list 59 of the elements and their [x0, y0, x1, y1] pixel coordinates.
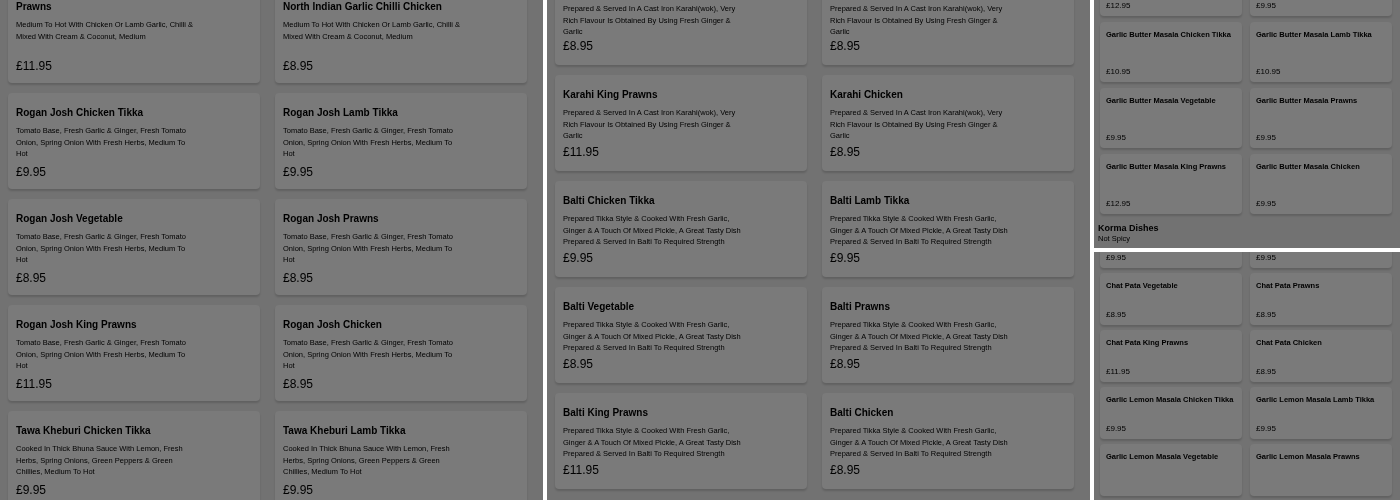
dish-price: £9.95	[1106, 253, 1128, 262]
dish-price: £8.95	[563, 39, 595, 53]
dish-price: £9.95	[830, 251, 862, 265]
dish-name: Rogan Josh Vegetable	[16, 213, 124, 225]
dish-price: £11.95	[16, 59, 53, 73]
dish-price: £9.95	[1256, 199, 1278, 208]
dish-name: Rogan Josh Prawns	[283, 213, 380, 225]
dish-price: £9.95	[1256, 424, 1278, 433]
dish-price: £9.95	[563, 251, 595, 265]
dish-name: North Indian Garlic Chilli Chicken	[283, 1, 443, 13]
dish-card[interactable]: £9.95	[1250, 252, 1392, 268]
dish-price: £9.95	[16, 483, 48, 497]
dish-price: £8.95	[283, 271, 315, 285]
dish-price: £10.95	[1256, 67, 1282, 76]
dish-price: £9.95	[16, 165, 48, 179]
dish-price: £8.95	[16, 271, 48, 285]
dish-name: Tawa Kheburi Lamb Tikka	[283, 425, 407, 437]
dish-name: Tawa Kheburi Chicken Tikka	[16, 425, 152, 437]
dish-price: £8.95	[1256, 367, 1278, 376]
dish-price: £12.95	[1106, 199, 1132, 208]
dish-name: Rogan Josh Chicken	[283, 319, 383, 331]
dish-name: Rogan Josh Lamb Tikka	[283, 107, 399, 119]
dish-card[interactable]: £9.95	[1250, 0, 1392, 16]
dish-price: £8.95	[1106, 310, 1128, 319]
dish-name: Rogan Josh Chicken Tikka	[16, 107, 145, 119]
dish-name: Balti Vegetable	[563, 301, 636, 313]
dish-name: Prawns	[16, 1, 53, 13]
dish-price: £8.95	[283, 377, 315, 391]
dish-name: Rogan Josh King Prawns	[16, 319, 138, 331]
dish-price: £11.95	[563, 145, 600, 159]
dish-price: £8.95	[1256, 310, 1278, 319]
dish-price: £8.95	[830, 145, 862, 159]
dish-price: £9.95	[283, 483, 315, 497]
dish-price: £9.95	[283, 165, 315, 179]
dish-price: £11.95	[16, 377, 53, 391]
dish-name: Balti Chicken Tikka	[563, 195, 656, 207]
dish-name: Balti Prawns	[830, 301, 892, 313]
dish-name: Karahi King Prawns	[563, 89, 659, 101]
dish-price: £9.95	[1106, 133, 1128, 142]
dish-price: £11.95	[1106, 367, 1131, 376]
section-title: Korma Dishes	[1098, 223, 1160, 233]
dish-name: Karahi Chicken	[830, 89, 904, 101]
dish-name: Balti Lamb Tikka	[830, 195, 911, 207]
dish-name: Balti Chicken	[830, 407, 895, 419]
dish-price: £9.95	[1256, 133, 1278, 142]
dish-price: £9.95	[1256, 1, 1278, 10]
dish-price: £8.95	[830, 357, 862, 371]
dish-price: £10.95	[1106, 67, 1132, 76]
dish-card[interactable]: £12.95	[1100, 0, 1242, 16]
dish-name: Balti King Prawns	[563, 407, 649, 419]
dish-price: £11.95	[563, 463, 600, 477]
dish-price: £9.95	[1256, 253, 1278, 262]
dish-price: £8.95	[830, 39, 862, 53]
dish-price: £8.95	[830, 463, 862, 477]
dish-card[interactable]: £9.95	[1100, 252, 1242, 268]
dish-price: £9.95	[1106, 424, 1128, 433]
dish-price: £12.95	[1106, 1, 1132, 10]
dish-price: £8.95	[283, 59, 315, 73]
dish-price: £8.95	[563, 357, 595, 371]
